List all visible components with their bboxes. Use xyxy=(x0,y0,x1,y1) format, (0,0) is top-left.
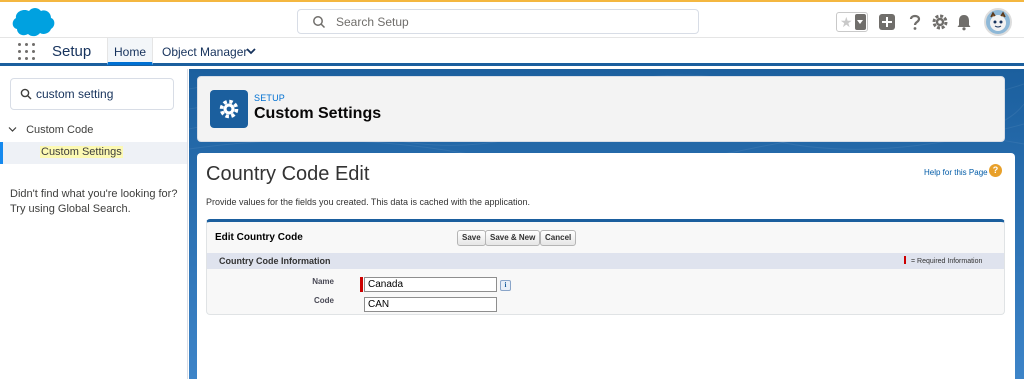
info-icon[interactable]: i xyxy=(500,280,511,291)
tree-item-custom-settings[interactable]: Custom Settings xyxy=(0,142,187,164)
main-content-area: SETUP Custom Settings Country Code Edit … xyxy=(189,69,1024,379)
tree-item-custom-code[interactable]: Custom Code xyxy=(8,124,93,136)
plus-icon[interactable] xyxy=(878,13,896,31)
help-for-this-page-link[interactable]: Help for this Page xyxy=(924,168,988,177)
search-icon xyxy=(313,16,326,29)
global-header: Search Setup ★ xyxy=(0,0,1024,38)
save-and-new-button[interactable]: Save & New xyxy=(485,230,541,246)
quick-find-value: custom setting xyxy=(36,87,114,101)
app-nav-bar: Setup Home Object Manager xyxy=(0,38,1024,66)
code-label: Code xyxy=(314,296,334,305)
sidebar-help-text: Didn't find what you're looking for? Try… xyxy=(10,188,178,215)
chevron-down-icon xyxy=(8,127,17,132)
page-header-title: Custom Settings xyxy=(254,105,382,122)
global-search-placeholder: Search Setup xyxy=(336,15,409,29)
required-marker xyxy=(360,277,363,292)
required-legend: = Required Information xyxy=(904,256,982,265)
tab-object-manager-label: Object Manager xyxy=(162,45,248,59)
app-launcher-icon[interactable] xyxy=(18,43,35,60)
section-title: Country Code Information xyxy=(219,256,331,266)
astro-avatar-icon xyxy=(990,11,1006,31)
salesforce-logo[interactable] xyxy=(10,6,56,38)
help-icon[interactable]: ? xyxy=(989,164,1002,177)
name-label: Name xyxy=(312,277,334,286)
page-description: Provide values for the fields you create… xyxy=(206,197,531,207)
page-title: Country Code Edit xyxy=(206,163,370,185)
star-icon: ★ xyxy=(840,14,853,30)
setup-page-header: SETUP Custom Settings xyxy=(197,76,1005,142)
gear-icon[interactable] xyxy=(931,13,949,31)
tree-item-custom-code-label: Custom Code xyxy=(26,124,94,136)
user-avatar[interactable] xyxy=(984,8,1012,36)
tree-item-custom-settings-label: Custom Settings xyxy=(40,146,123,158)
bell-icon[interactable] xyxy=(955,13,973,31)
required-legend-text: = Required Information xyxy=(911,258,983,265)
app-name: Setup xyxy=(52,43,92,60)
gear-icon xyxy=(219,99,239,119)
setup-sidebar: custom setting Custom Code Custom Settin… xyxy=(0,69,188,379)
tab-object-manager[interactable]: Object Manager xyxy=(154,38,268,65)
favorites-button[interactable]: ★ xyxy=(836,12,868,32)
name-field[interactable] xyxy=(364,277,497,292)
required-marker xyxy=(904,256,906,264)
global-search-box[interactable]: Search Setup xyxy=(297,9,699,34)
cancel-button[interactable]: Cancel xyxy=(540,230,577,246)
edit-country-code-block: Edit Country Code Save Save & New Cancel… xyxy=(206,219,1005,315)
favorites-dropdown-icon[interactable] xyxy=(855,14,866,30)
search-icon xyxy=(20,88,32,100)
code-field[interactable] xyxy=(364,297,497,312)
settings-header-icon xyxy=(210,90,248,128)
question-icon[interactable] xyxy=(906,13,924,31)
quick-find-input[interactable]: custom setting xyxy=(10,78,174,110)
save-button[interactable]: Save xyxy=(457,230,486,246)
section-header: Country Code Information = Required Info… xyxy=(207,253,1004,269)
edit-page-card: Country Code Edit Help for this Page ? P… xyxy=(197,153,1015,379)
chevron-down-icon[interactable] xyxy=(246,46,256,56)
tab-home[interactable]: Home xyxy=(107,38,153,65)
header-kicker[interactable]: SETUP xyxy=(254,93,285,103)
edit-block-title: Edit Country Code xyxy=(215,232,303,243)
